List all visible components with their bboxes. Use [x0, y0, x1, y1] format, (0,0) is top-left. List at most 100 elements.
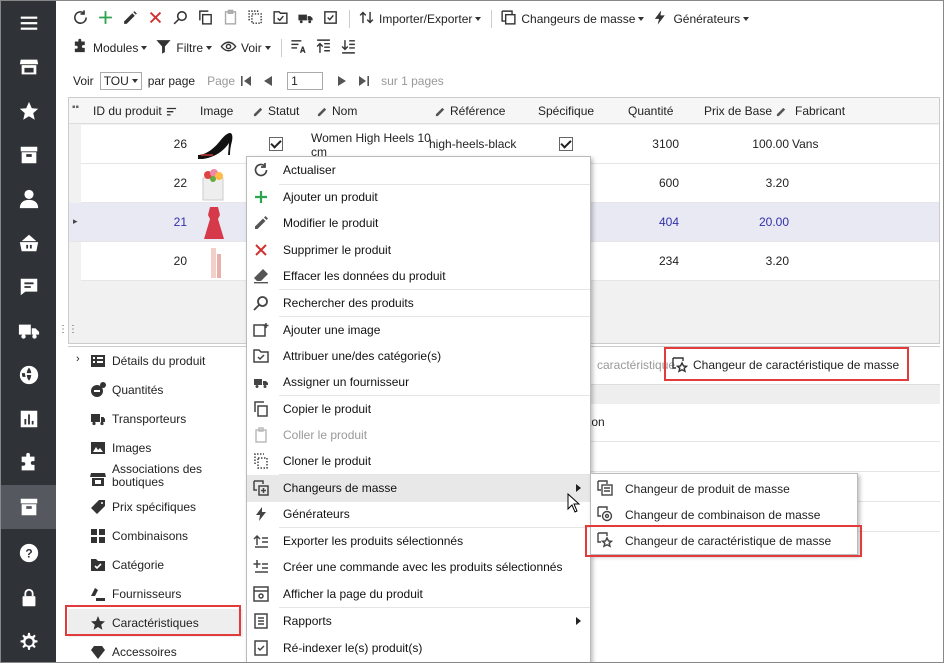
menu-item-add-product[interactable]: Ajouter un produit [247, 184, 590, 211]
menu-item-clone-product[interactable]: Cloner le produit [247, 448, 590, 475]
column-header-status[interactable]: Statut [253, 104, 299, 118]
column-header-reference[interactable]: Référence [435, 104, 505, 118]
menu-item-edit-product[interactable]: Modifier le produit [247, 210, 590, 237]
image-icon [90, 440, 106, 456]
basket-icon[interactable] [1, 221, 56, 265]
chevron-down-icon [206, 46, 213, 50]
search-button[interactable] [169, 8, 192, 30]
details-item-carriers[interactable]: Transporteurs [68, 405, 243, 433]
menu-item-paste-product[interactable]: Coller le produit [247, 422, 590, 449]
filter-button[interactable]: Filtre [152, 37, 215, 59]
import-export-button[interactable]: Importer/Exporter [355, 8, 484, 30]
menu-item-assign-supplier[interactable]: Assigner un fournisseur [247, 369, 590, 396]
edit-button[interactable] [119, 8, 142, 30]
lock-icon[interactable] [1, 576, 56, 620]
submenu-item-product-mass-changer[interactable]: Changeur de produit de masse [591, 475, 857, 501]
menu-icon[interactable] [1, 1, 56, 45]
search-icon [172, 9, 189, 29]
copy-button[interactable] [194, 8, 217, 30]
column-header-id[interactable]: ID du produit [93, 104, 181, 118]
menu-item-create-order[interactable]: Créer une commande avec les produits sél… [247, 554, 590, 581]
column-header-specific[interactable]: Spécifique [538, 104, 594, 118]
font-size-button[interactable] [287, 37, 310, 59]
grid-header: ▪▪ ID du produit Image Statut Nom Référe… [69, 98, 939, 124]
delete-button[interactable] [144, 8, 167, 30]
details-item-quantities[interactable]: Quantités [68, 376, 243, 404]
details-item-shop-associations[interactable]: Associations des boutiques [68, 463, 243, 495]
row-menu-icon[interactable]: ▪▪ [72, 102, 79, 113]
menu-item-delete-product[interactable]: Supprimer le produit [247, 237, 590, 264]
details-item-specific-prices[interactable]: Prix spécifiques [68, 493, 243, 521]
specific-checkbox[interactable] [559, 137, 573, 151]
menu-item-clear-product-data[interactable]: Effacer les données du produit [247, 263, 590, 290]
menu-item-export-selected[interactable]: Exporter les produits sélectionnés [247, 528, 590, 555]
menu-item-view-product-page[interactable]: Afficher la page du produit [247, 581, 590, 608]
catalog-icon[interactable] [1, 485, 56, 529]
shop-icon [90, 471, 106, 487]
folder-check-icon [90, 557, 106, 573]
details-item-accessories[interactable]: Accessoires [68, 638, 243, 662]
star-icon[interactable] [1, 89, 56, 133]
splitter-handle[interactable]: ⋮⋮ [58, 324, 78, 335]
prev-page-icon[interactable] [262, 75, 274, 87]
settings-icon[interactable] [1, 620, 56, 662]
help-icon[interactable]: ? [1, 531, 56, 575]
menu-item-generators[interactable]: Générateurs [247, 501, 590, 528]
mass-changers-button[interactable]: Changeurs de masse [497, 8, 647, 30]
first-page-icon[interactable] [240, 75, 252, 87]
globe-icon[interactable] [1, 353, 56, 397]
menu-item-mass-changers[interactable]: Changeurs de masse [247, 475, 590, 502]
message-icon[interactable] [1, 265, 56, 309]
column-header-name[interactable]: Nom [317, 104, 357, 118]
collapse-button[interactable] [337, 37, 360, 59]
app-window: ? Importer/Exporter Changeurs de masse G… [0, 0, 944, 663]
check-button[interactable] [319, 8, 342, 30]
cell-price: 20.00 [758, 215, 789, 229]
page-number-input[interactable]: 1 [287, 72, 324, 90]
import-export-icon [358, 9, 375, 29]
truck-icon[interactable] [1, 309, 56, 353]
expand-button[interactable] [312, 37, 335, 59]
menu-item-reports[interactable]: Rapports [247, 608, 590, 635]
store-icon[interactable] [1, 45, 56, 89]
assign-category-button[interactable] [269, 8, 292, 30]
menu-item-copy-product[interactable]: Copier le produit [247, 396, 590, 423]
details-item-category[interactable]: Catégorie [68, 551, 243, 579]
puzzle-icon[interactable] [1, 441, 56, 485]
next-page-icon[interactable] [336, 75, 348, 87]
column-header-quantity[interactable]: Quantité [628, 104, 673, 118]
column-header-manufacturer[interactable]: Fabricant [795, 104, 845, 118]
menu-item-assign-categories[interactable]: Attribuer une/des catégorie(s) [247, 343, 590, 370]
clone-button[interactable] [244, 8, 267, 30]
last-page-icon[interactable] [358, 75, 370, 87]
per-page-select[interactable]: TOU [99, 72, 142, 90]
menu-item-reindex[interactable]: Ré-indexer le(s) produit(s) [247, 635, 590, 662]
main-toolbar: Importer/Exporter Changeurs de masse Gén… [69, 6, 754, 32]
details-item-combinations[interactable]: Combinaisons [68, 522, 243, 550]
clipboard-icon [253, 427, 269, 443]
column-header-base-price[interactable]: Prix de Base [704, 104, 791, 118]
details-item-suppliers[interactable]: Fournisseurs [68, 580, 243, 608]
assign-supplier-button[interactable] [294, 8, 317, 30]
menu-item-add-image[interactable]: Ajouter une image [247, 317, 590, 344]
generators-button[interactable]: Générateurs [649, 8, 752, 30]
stats-icon[interactable] [1, 397, 56, 441]
paste-button[interactable] [219, 8, 242, 30]
user-icon[interactable] [1, 177, 56, 221]
cell-quantity: 234 [658, 254, 679, 268]
submenu-item-combination-mass-changer[interactable]: Changeur de combinaison de masse [591, 501, 857, 527]
menu-item-search-products[interactable]: Rechercher des produits [247, 290, 590, 317]
details-item-images[interactable]: Images [68, 434, 243, 462]
category-icon [253, 348, 269, 364]
total-pages-label: sur 1 pages [381, 74, 444, 88]
menu-item-refresh[interactable]: Actualiser [247, 157, 590, 184]
view-button[interactable]: Voir [217, 37, 274, 59]
column-header-image[interactable]: Image [200, 104, 233, 118]
details-item-product-details[interactable]: Détails du produit [68, 347, 243, 375]
status-checkbox[interactable] [269, 137, 283, 151]
modules-button[interactable]: Modules [69, 37, 150, 59]
refresh-button[interactable] [69, 8, 92, 30]
add-button[interactable] [94, 8, 117, 30]
filter-icon [155, 38, 172, 58]
archive-icon[interactable] [1, 133, 56, 177]
